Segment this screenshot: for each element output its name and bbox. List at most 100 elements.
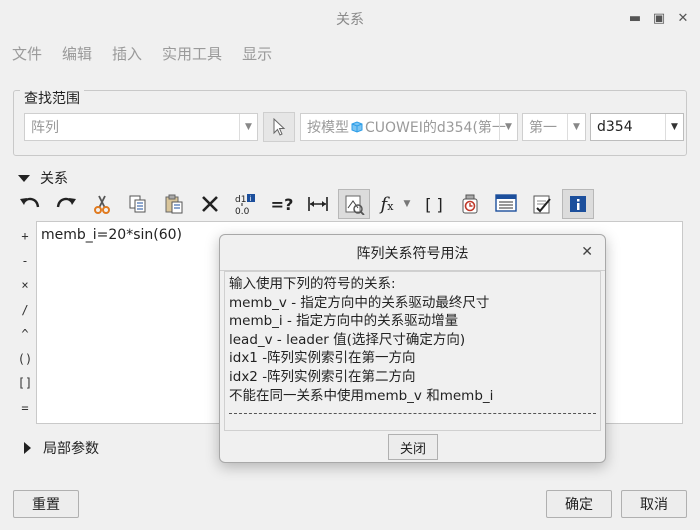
redo-icon <box>56 197 76 208</box>
insert-dimension-button[interactable] <box>302 189 334 219</box>
dialog-close-icon[interactable]: ✕ <box>581 244 593 260</box>
evaluate-button[interactable]: =? <box>266 189 298 219</box>
dialog-line: idx2 -阵列实例索引在第二方向 <box>229 368 416 385</box>
chevron-down-icon: ▼ <box>403 199 411 209</box>
operator-parentheses-button[interactable]: () <box>14 347 36 372</box>
dialog-line: lead_v - leader 值(选择尺寸确定方向) <box>229 331 466 348</box>
show-dims-button[interactable] <box>338 189 370 219</box>
parameters-button[interactable]: [ ] <box>418 189 450 219</box>
select-pointer-button[interactable] <box>263 112 295 142</box>
parameters-icon: [ ] <box>425 194 443 214</box>
cut-button[interactable] <box>86 189 118 219</box>
dialog-title-bar: 阵列关系符号用法 <box>220 235 605 271</box>
dialog-line: idx1 -阵列实例索引在第一方向 <box>229 350 416 367</box>
copy-button[interactable] <box>122 189 154 219</box>
dialog-line: 不能在同一关系中使用memb_v 和memb_i <box>229 387 494 404</box>
switch-dims-button[interactable]: d1 i 0.0 <box>230 189 262 219</box>
maximize-icon[interactable]: ▣ <box>652 10 666 26</box>
search-scope-label: 查找范围 <box>20 88 84 108</box>
chevron-down-icon: ▼ <box>665 114 683 140</box>
type-select[interactable]: 阵列 ▼ <box>24 113 258 141</box>
info-button[interactable] <box>562 189 594 219</box>
dimension-select[interactable]: d354 ▼ <box>590 113 684 141</box>
close-icon[interactable]: ✕ <box>676 10 690 26</box>
cancel-button[interactable]: 取消 <box>621 490 687 518</box>
operator-plus-button[interactable]: + <box>14 224 36 249</box>
menu-file[interactable]: 文件 <box>12 43 42 64</box>
menu-insert[interactable]: 插入 <box>112 43 142 64</box>
relations-section-toggle[interactable]: 关系 <box>18 168 68 188</box>
operator-column: + - × / ^ () [] = <box>14 224 36 420</box>
dialog-line: memb_i - 指定方向中的关系驱动增量 <box>229 313 459 330</box>
chevron-down-icon: ▼ <box>239 114 257 140</box>
ok-button[interactable]: 确定 <box>546 490 612 518</box>
operator-minus-button[interactable]: - <box>14 249 36 274</box>
copy-icon <box>129 195 146 213</box>
paste-button[interactable] <box>158 189 190 219</box>
dialog-content: 输入使用下列的符号的关系: memb_v - 指定方向中的关系驱动最终尺寸 me… <box>224 271 601 431</box>
menu-edit[interactable]: 编辑 <box>62 43 92 64</box>
model-select-value: 按模型 <box>307 120 349 136</box>
sort-button[interactable] <box>490 189 522 219</box>
menu-bar: 文件 编辑 插入 实用工具 显示 <box>0 38 700 68</box>
operator-equals-button[interactable]: = <box>14 396 36 421</box>
relation-line: memb_i=20*sin(60) <box>41 227 183 243</box>
operator-multiply-button[interactable]: × <box>14 273 36 298</box>
undo-button[interactable] <box>14 189 46 219</box>
reset-button[interactable]: 重置 <box>13 490 79 518</box>
minimize-icon[interactable]: ▬ <box>628 10 642 26</box>
collapse-arrow-icon <box>18 174 30 182</box>
operator-divide-button[interactable]: / <box>14 298 36 323</box>
chevron-down-icon: ▼ <box>499 114 517 140</box>
function-dropdown[interactable]: ▼ <box>400 189 414 219</box>
direction-select-value: 第一 <box>529 120 557 136</box>
expand-arrow-icon <box>24 442 31 454</box>
delete-icon <box>202 196 218 212</box>
relations-label: 关系 <box>40 171 68 187</box>
dimension-select-value: d354 <box>597 119 633 135</box>
dimension-icon <box>308 197 328 211</box>
verify-button[interactable] <box>454 189 486 219</box>
operator-brackets-button[interactable]: [] <box>14 371 36 396</box>
dialog-separator <box>229 413 596 415</box>
svg-text:i: i <box>250 195 252 203</box>
menu-display[interactable]: 显示 <box>242 43 272 64</box>
dialog-close-button[interactable]: 关闭 <box>388 434 438 460</box>
pointer-icon <box>273 118 286 136</box>
svg-text:d1: d1 <box>235 195 246 205</box>
relations-toolbar: d1 i 0.0 =? fx ▼ [ ] <box>14 188 598 220</box>
window-title: 关系 <box>336 12 364 28</box>
menu-utilities[interactable]: 实用工具 <box>162 43 222 64</box>
window-controls: ▬ ▣ ✕ <box>628 10 690 26</box>
title-bar: 关系 ▬ ▣ ✕ <box>0 0 700 38</box>
local-params-label: 局部参数 <box>43 441 99 457</box>
paste-icon <box>165 194 183 214</box>
check-button[interactable] <box>526 189 558 219</box>
switch-dims-icon: d1 i 0.0 <box>235 194 255 216</box>
sort-icon <box>495 194 517 212</box>
info-icon <box>570 196 586 212</box>
undo-icon <box>20 197 40 208</box>
show-dims-icon <box>345 195 365 215</box>
check-icon <box>533 195 551 214</box>
cut-icon <box>94 195 110 214</box>
dialog-line: memb_v - 指定方向中的关系驱动最终尺寸 <box>229 294 490 311</box>
model-select[interactable]: 按模型 CUOWEI的d354(第一 ▼ <box>300 113 518 141</box>
part-cube-icon <box>351 121 363 133</box>
local-params-toggle[interactable]: 局部参数 <box>20 438 99 458</box>
type-select-value: 阵列 <box>31 120 59 136</box>
pattern-symbols-dialog: 阵列关系符号用法 ✕ 输入使用下列的符号的关系: memb_v - 指定方向中的… <box>219 234 606 463</box>
redo-button[interactable] <box>50 189 82 219</box>
direction-select[interactable]: 第一 ▼ <box>522 113 586 141</box>
svg-text:0.0: 0.0 <box>235 207 250 216</box>
model-name: CUOWEI的d354(第一 <box>365 120 506 136</box>
evaluate-icon: =? <box>270 194 294 214</box>
dialog-line: 输入使用下列的符号的关系: <box>229 276 396 292</box>
delete-button[interactable] <box>194 189 226 219</box>
function-icon: fx <box>380 193 394 215</box>
chevron-down-icon: ▼ <box>567 114 585 140</box>
operator-power-button[interactable]: ^ <box>14 322 36 347</box>
verify-icon <box>462 194 478 214</box>
function-button[interactable]: fx <box>374 189 400 219</box>
dialog-title: 阵列关系符号用法 <box>356 245 469 262</box>
